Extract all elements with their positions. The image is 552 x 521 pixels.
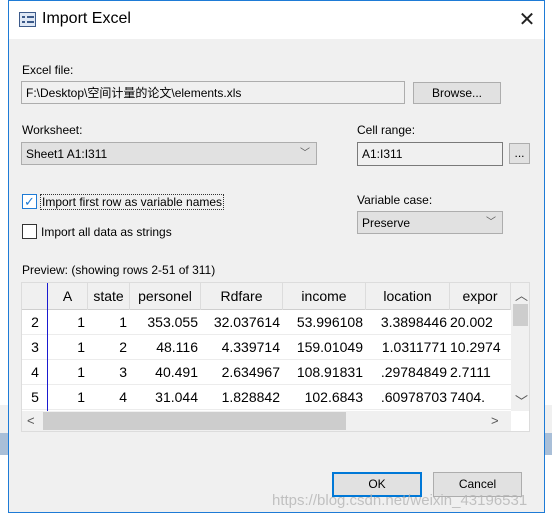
table-cell: 40.491 [130,360,201,385]
column-header[interactable]: income [283,283,366,310]
column-header[interactable]: Rdfare [201,283,283,310]
table-cell: 102.6843 [283,385,366,410]
table-cell: 31.044 [130,385,201,410]
row-number: 2 [22,310,48,335]
strings-checkbox[interactable] [22,224,37,239]
cell-range-picker-button[interactable]: ... [509,143,530,164]
table-cell: .7404 [450,385,511,410]
row-number: 3 [22,335,48,360]
title-bar: Import Excel ✕ [9,1,544,39]
column-header[interactable]: location [366,283,450,310]
table-cell: 1.828842 [201,385,283,410]
table-cell: 4.339714 [201,335,283,360]
excel-file-input[interactable]: F:\Desktop\空间计量的论文\elements.xls [21,81,405,104]
worksheet-value: Sheet1 A1:I311 [26,147,108,161]
scroll-right-icon[interactable]: > [491,413,499,428]
table-cell: 3.3898446 [366,310,450,335]
table-cell: 20.002 [450,310,511,335]
table-cell: 1 [48,335,88,360]
scroll-up-icon[interactable]: ︿ [515,285,528,304]
table-cell: 108.91831 [283,360,366,385]
vertical-scroll-thumb[interactable] [513,304,528,326]
column-header[interactable]: personel [130,283,201,310]
scroll-left-icon[interactable]: < [27,413,35,428]
import-excel-dialog: Import Excel ✕ Excel file: F:\Desktop\空间… [8,0,545,513]
table-cell: 159.01049 [283,335,366,360]
table-cell: 1 [48,360,88,385]
table-cell: 48.116 [130,335,201,360]
table-cell: 1 [48,310,88,335]
preview-grid[interactable]: Astate personel Rdfare income location expor … [21,282,530,432]
table-cell: 1 [48,385,88,410]
strings-label[interactable]: Import all data as strings [41,225,172,239]
row-number-divider [47,283,48,411]
cell-range-label: Cell range: [357,123,416,137]
scroll-down-icon[interactable]: ﹀ [515,391,528,410]
excel-import-icon [19,12,36,27]
vertical-scrollbar[interactable]: ︿ ﹀ [511,283,529,411]
table-cell: 2.634967 [201,360,283,385]
table-cell: 10.2974 [450,335,511,360]
close-icon[interactable]: ✕ [514,7,540,32]
preview-label: Preview: (showing rows 2-51 of 311) [22,263,216,277]
chevron-down-icon: ﹀ [300,148,310,159]
table-cell: 2.7111 [450,360,511,385]
table-cell: 53.996108 [283,310,366,335]
table-cell: .29784849 [366,360,450,385]
first-row-label[interactable]: Import first row as variable names [40,194,225,210]
worksheet-select[interactable]: Sheet1 A1:I311 ﹀ [21,142,317,165]
horizontal-scrollbar[interactable]: < > [22,411,511,431]
table-cell: 353.055 [130,310,201,335]
horizontal-scroll-thumb[interactable] [43,412,346,430]
table-cell: .60978703 [366,385,450,410]
table-cell: 1 [88,310,130,335]
column-header[interactable] [22,283,48,310]
worksheet-label: Worksheet: [22,123,83,137]
variable-case-label: Variable case: [357,193,433,207]
table-cell: 4 [88,385,130,410]
variable-case-value: Preserve [362,216,411,230]
cell-range-input[interactable]: A1:I311 [357,142,503,166]
variable-case-select[interactable]: Preserve ﹀ [357,211,503,234]
browse-button[interactable]: Browse... [413,82,501,104]
dialog-title: Import Excel [42,10,131,27]
table-cell: 2 [88,335,130,360]
chevron-down-icon: ﹀ [486,217,496,228]
watermark: https://blog.csdn.net/weixin_43196531 [272,492,528,509]
row-number: 4 [22,360,48,385]
table-cell: 3 [88,360,130,385]
table-cell: 32.037614 [201,310,283,335]
grid-header: Astate personel Rdfare income location expor [22,283,512,310]
row-number: 5 [22,385,48,410]
column-header[interactable]: state [88,283,130,310]
table-cell: 1.0311771 [366,335,450,360]
column-header[interactable]: A [48,283,88,310]
first-row-checkbox[interactable]: ✓ [22,194,37,209]
excel-file-label: Excel file: [22,63,74,77]
column-header[interactable]: expor [450,283,511,310]
